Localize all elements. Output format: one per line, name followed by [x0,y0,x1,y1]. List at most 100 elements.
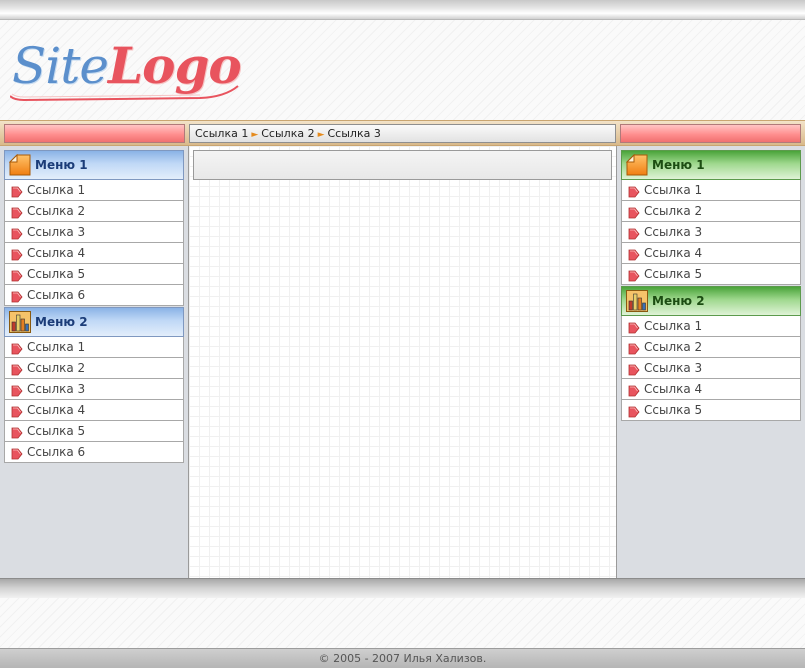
arrow-bullet-icon [11,404,23,418]
menu-item-link-4[interactable]: Ссылка 4 [4,400,184,421]
breadcrumb-link-3[interactable]: Ссылка 3 [328,127,381,140]
arrow-bullet-icon [11,226,23,240]
menu-item-label: Ссылка 1 [27,340,86,354]
menu-item-label: Ссылка 5 [644,267,703,281]
menu-item-link-2[interactable]: Ссылка 2 [4,358,184,379]
menu-item-label: Ссылка 4 [644,382,703,396]
arrow-bullet-icon [628,247,640,261]
nav-strip: Ссылка 1 ► Ссылка 2 ► Ссылка 3 [0,120,805,146]
menu-item-link-3[interactable]: Ссылка 3 [621,358,801,379]
bottom-bar [0,578,805,598]
menu-item-link-1[interactable]: Ссылка 1 [621,180,801,201]
menu-item-link-1[interactable]: Ссылка 1 [621,316,801,337]
right-sidebar-menu-2: Меню 2 Ссылка 1 Ссылка 2 Ссылка 3 Ссылка 4 Сс… [621,286,801,421]
page-icon [8,153,31,176]
arrow-bullet-icon [11,425,23,439]
arrow-bullet-icon [11,268,23,282]
menu-item-label: Ссылка 2 [644,204,703,218]
menu-item-link-4[interactable]: Ссылка 4 [621,243,801,264]
menu-item-label: Ссылка 5 [644,403,703,417]
menu-item-link-1[interactable]: Ссылка 1 [4,337,184,358]
menu-item-link-5[interactable]: Ссылка 5 [4,264,184,285]
breadcrumb-link-1[interactable]: Ссылка 1 [195,127,248,140]
menu-item-link-5[interactable]: Ссылка 5 [621,264,801,285]
menu-item-label: Ссылка 4 [27,246,86,260]
breadcrumb: Ссылка 1 ► Ссылка 2 ► Ссылка 3 [189,124,616,143]
bar-chart-icon [9,311,31,333]
page-icon [625,153,648,176]
menu-title: Меню 2 [35,315,88,329]
menu-item-label: Ссылка 1 [644,319,703,333]
header: SiteLogo [0,20,805,120]
logo-swoosh [10,85,239,102]
arrow-bullet-icon [628,341,640,355]
arrow-bullet-icon [628,184,640,198]
menu-item-link-1[interactable]: Ссылка 1 [4,180,184,201]
menu-item-link-6[interactable]: Ссылка 6 [4,442,184,463]
arrow-bullet-icon [628,205,640,219]
breadcrumb-separator-icon: ► [317,130,325,140]
menu-item-link-5[interactable]: Ссылка 5 [621,400,801,421]
menu-item-label: Ссылка 4 [644,246,703,260]
menu-item-label: Ссылка 4 [27,403,86,417]
menu-item-link-2[interactable]: Ссылка 2 [621,337,801,358]
menu-header[interactable]: Меню 1 [621,150,801,180]
menu-item-link-2[interactable]: Ссылка 2 [621,201,801,222]
menu-item-link-2[interactable]: Ссылка 2 [4,201,184,222]
menu-item-link-6[interactable]: Ссылка 6 [4,285,184,306]
menu-header[interactable]: Меню 2 [4,307,184,337]
menu-item-link-5[interactable]: Ссылка 5 [4,421,184,442]
arrow-bullet-icon [628,320,640,334]
footer-area [0,598,805,648]
arrow-bullet-icon [11,341,23,355]
bar-chart-icon [626,290,648,312]
right-sidebar-menu-1: Меню 1 Ссылка 1 Ссылка 2 Ссылка 3 Ссылка 4 Сс… [621,150,801,285]
content-header-box [193,150,612,180]
left-red-bar [4,124,185,143]
menu-title: Меню 1 [652,158,705,172]
breadcrumb-link-2[interactable]: Ссылка 2 [261,127,314,140]
arrow-bullet-icon [11,247,23,261]
left-sidebar-menu-1: Меню 1 Ссылка 1 Ссылка 2 Ссылка 3 Ссылка 4 Сс… [4,150,184,306]
main-content [188,146,617,578]
arrow-bullet-icon [11,184,23,198]
arrow-bullet-icon [628,404,640,418]
menu-title: Меню 2 [652,294,705,308]
menu-item-label: Ссылка 3 [644,361,703,375]
menu-item-label: Ссылка 2 [644,340,703,354]
menu-item-label: Ссылка 3 [27,382,86,396]
menu-item-label: Ссылка 2 [27,204,86,218]
arrow-bullet-icon [628,268,640,282]
menu-item-link-3[interactable]: Ссылка 3 [4,379,184,400]
right-red-bar [620,124,801,143]
menu-item-link-3[interactable]: Ссылка 3 [4,222,184,243]
menu-item-label: Ссылка 1 [27,183,86,197]
top-bar [0,0,805,20]
menu-item-label: Ссылка 5 [27,424,86,438]
arrow-bullet-icon [11,205,23,219]
menu-item-label: Ссылка 6 [27,445,86,459]
menu-item-label: Ссылка 3 [27,225,86,239]
menu-header[interactable]: Меню 2 [621,286,801,316]
arrow-bullet-icon [11,383,23,397]
menu-item-label: Ссылка 6 [27,288,86,302]
menu-item-label: Ссылка 5 [27,267,86,281]
arrow-bullet-icon [11,446,23,460]
left-sidebar-menu-2: Меню 2 Ссылка 1 Ссылка 2 Ссылка 3 Ссылка 4 Сс… [4,307,184,463]
menu-item-label: Ссылка 3 [644,225,703,239]
copyright: © 2005 - 2007 Илья Хализов. [0,648,805,668]
arrow-bullet-icon [628,226,640,240]
menu-item-label: Ссылка 2 [27,361,86,375]
arrow-bullet-icon [11,362,23,376]
menu-item-label: Ссылка 1 [644,183,703,197]
menu-item-link-4[interactable]: Ссылка 4 [621,379,801,400]
breadcrumb-separator-icon: ► [251,130,259,140]
arrow-bullet-icon [628,362,640,376]
menu-item-link-4[interactable]: Ссылка 4 [4,243,184,264]
content-area: Меню 1 Ссылка 1 Ссылка 2 Ссылка 3 Ссылка 4 Сс… [0,146,805,578]
arrow-bullet-icon [11,289,23,303]
menu-title: Меню 1 [35,158,88,172]
menu-header[interactable]: Меню 1 [4,150,184,180]
arrow-bullet-icon [628,383,640,397]
menu-item-link-3[interactable]: Ссылка 3 [621,222,801,243]
